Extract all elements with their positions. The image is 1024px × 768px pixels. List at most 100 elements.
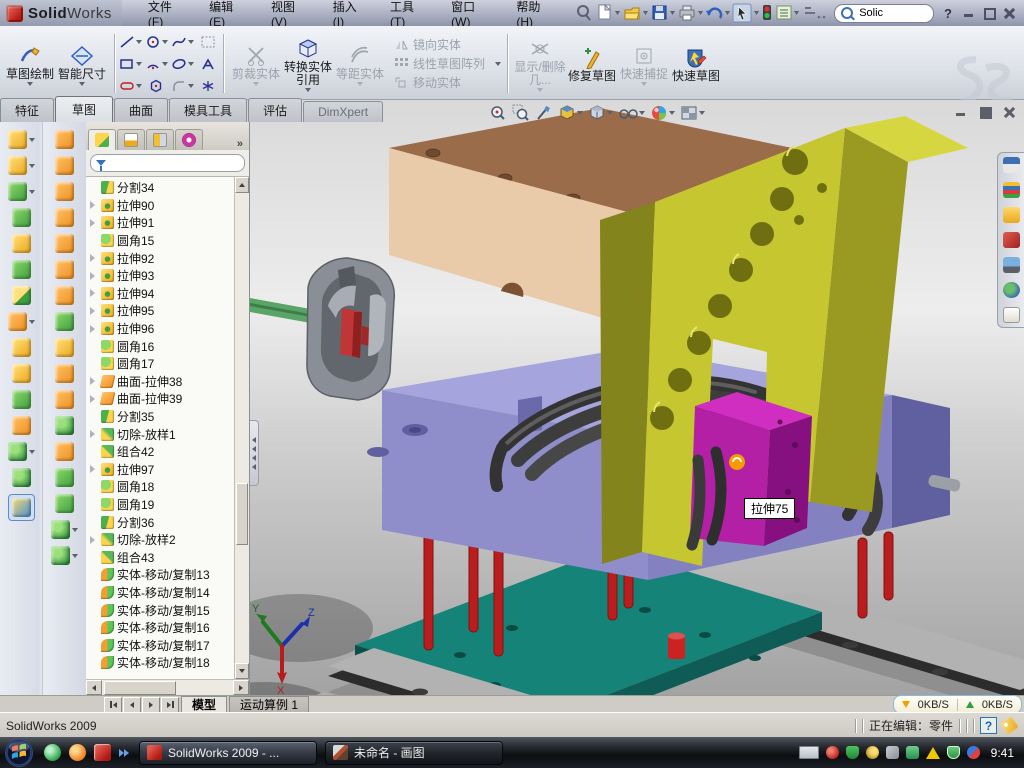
open-folder-icon[interactable] — [625, 8, 639, 19]
scroll-up-button[interactable] — [235, 177, 249, 193]
feature-tool-icon[interactable] — [12, 364, 31, 383]
tree-item[interactable]: 圆角18 — [90, 478, 234, 496]
insert-block[interactable] — [690, 392, 812, 546]
smart-dimension-button[interactable]: 智能尺寸 — [56, 42, 108, 86]
tree-item[interactable]: 实体-移动/复制15 — [90, 601, 234, 619]
surface-tool-icon[interactable] — [55, 494, 74, 513]
text-tool[interactable] — [195, 53, 221, 75]
surface-tool-icon[interactable] — [55, 468, 74, 487]
scroll-left-button[interactable] — [86, 680, 102, 695]
surface-tool-icon[interactable] — [55, 182, 74, 201]
tree-item[interactable]: 拉伸92 — [90, 249, 234, 267]
select-cursor-icon[interactable] — [733, 4, 751, 22]
scroll-thumb[interactable] — [236, 483, 248, 545]
apply-scene-icon[interactable] — [679, 103, 706, 123]
sketch-dropdown[interactable] — [27, 82, 33, 86]
security-alert-icon[interactable] — [826, 746, 839, 759]
sync-icon[interactable] — [967, 746, 980, 759]
tree-filter-box[interactable] — [90, 154, 245, 172]
expand-arrow[interactable] — [90, 325, 95, 333]
expand-arrow[interactable] — [90, 219, 95, 227]
options-dropdown[interactable] — [794, 11, 799, 15]
surface-tool-icon[interactable] — [55, 156, 74, 175]
command-tab[interactable]: 模具工具 — [169, 98, 247, 122]
messenger-icon[interactable] — [44, 744, 61, 761]
panel-splitter[interactable] — [250, 420, 259, 486]
nav-last-button[interactable] — [161, 697, 179, 713]
doc-restore-button[interactable] — [978, 106, 992, 118]
taskbar-window-button[interactable]: SolidWorks 2009 - ... — [139, 741, 317, 765]
overflow-icon[interactable] — [805, 8, 825, 18]
update-icon[interactable] — [866, 746, 879, 759]
start-button[interactable] — [4, 738, 34, 768]
surface-tool-icon[interactable] — [55, 234, 74, 253]
resources-home-icon[interactable] — [1003, 157, 1020, 173]
stop-pin[interactable] — [668, 633, 685, 660]
surface-tool-icon[interactable] — [55, 338, 74, 357]
feature-tool-icon[interactable] — [8, 494, 35, 521]
expand-arrow[interactable] — [90, 465, 95, 473]
surface-tool-icon[interactable] — [55, 442, 74, 461]
edit-appearance-icon[interactable] — [649, 103, 676, 123]
nav-first-button[interactable] — [104, 697, 122, 713]
tree-item[interactable]: 拉伸91 — [90, 214, 234, 232]
feature-tool-icon[interactable] — [12, 234, 31, 253]
tree-item[interactable]: 拉伸97 — [90, 461, 234, 479]
tag-icon[interactable] — [1000, 716, 1018, 734]
solidworks-quicklaunch-icon[interactable] — [94, 744, 111, 761]
surface-tool-icon[interactable] — [55, 260, 74, 279]
tree-item[interactable]: 实体-移动/复制13 — [90, 566, 234, 584]
tree-item[interactable]: 拉伸90 — [90, 197, 234, 215]
quick-tips-icon[interactable]: ? — [980, 717, 997, 734]
save-dropdown[interactable] — [670, 11, 675, 15]
feature-tool-icon[interactable] — [8, 130, 35, 149]
expand-arrow[interactable] — [90, 272, 95, 280]
tree-item[interactable]: 实体-移动/复制14 — [90, 584, 234, 602]
antivirus-shield-icon[interactable] — [846, 746, 859, 759]
expand-arrow[interactable] — [90, 254, 95, 262]
model-scene[interactable]: Y Z X — [250, 100, 1024, 695]
feature-tool-icon[interactable] — [12, 390, 31, 409]
tree-item[interactable]: 圆角17 — [90, 355, 234, 373]
doc-minimize-button[interactable] — [954, 106, 968, 118]
command-tab[interactable]: DimXpert — [303, 101, 383, 122]
new-document-icon[interactable] — [599, 5, 610, 19]
tree-item[interactable]: 组合43 — [90, 548, 234, 566]
tree-item[interactable]: 实体-移动/复制16 — [90, 619, 234, 637]
repair-sketch-button[interactable]: 修复草图 — [566, 44, 618, 83]
panel-overflow-chevron[interactable]: » — [233, 138, 247, 150]
graphics-viewport[interactable]: Y Z X — [250, 100, 1024, 695]
drag-drop-icon[interactable] — [1003, 282, 1020, 298]
tree-item[interactable]: 圆角15 — [90, 232, 234, 250]
new-dropdown[interactable] — [615, 11, 620, 15]
help-icon[interactable]: ? — [944, 6, 956, 20]
tree-item[interactable]: 拉伸95 — [90, 302, 234, 320]
dimxpertmanager-tab[interactable] — [175, 129, 203, 150]
zoom-area-icon[interactable] — [511, 103, 531, 123]
model-tab[interactable]: 模型 — [181, 696, 227, 713]
surface-tool-icon[interactable] — [51, 520, 78, 539]
close-button[interactable] — [1002, 7, 1016, 19]
nav-prev-button[interactable] — [123, 697, 141, 713]
feature-tool-icon[interactable] — [8, 442, 35, 461]
featuremanager-tab[interactable] — [88, 129, 116, 150]
custom-properties-icon[interactable] — [1003, 307, 1020, 323]
sketch-picture-tool[interactable] — [195, 31, 221, 53]
expand-arrow[interactable] — [90, 395, 95, 403]
expand-arrow[interactable] — [90, 201, 95, 209]
select-dropdown[interactable] — [754, 11, 759, 15]
tree-item[interactable]: 圆角19 — [90, 496, 234, 514]
tree-item[interactable]: 曲面-拉伸39 — [90, 390, 234, 408]
command-tab[interactable]: 评估 — [248, 98, 302, 122]
tree-item[interactable]: 分割36 — [90, 513, 234, 531]
surface-tool-icon[interactable] — [55, 130, 74, 149]
tree-item[interactable]: 拉伸93 — [90, 267, 234, 285]
surface-tool-icon[interactable] — [55, 364, 74, 383]
tree-item[interactable]: 拉伸94 — [90, 285, 234, 303]
nav-next-button[interactable] — [142, 697, 160, 713]
section-view-icon[interactable] — [534, 103, 554, 123]
scroll-down-button[interactable] — [235, 663, 249, 679]
tree-item[interactable]: 实体-移动/复制18 — [90, 654, 234, 672]
feature-tool-icon[interactable] — [8, 312, 35, 331]
view-palette-icon[interactable] — [1003, 257, 1020, 273]
